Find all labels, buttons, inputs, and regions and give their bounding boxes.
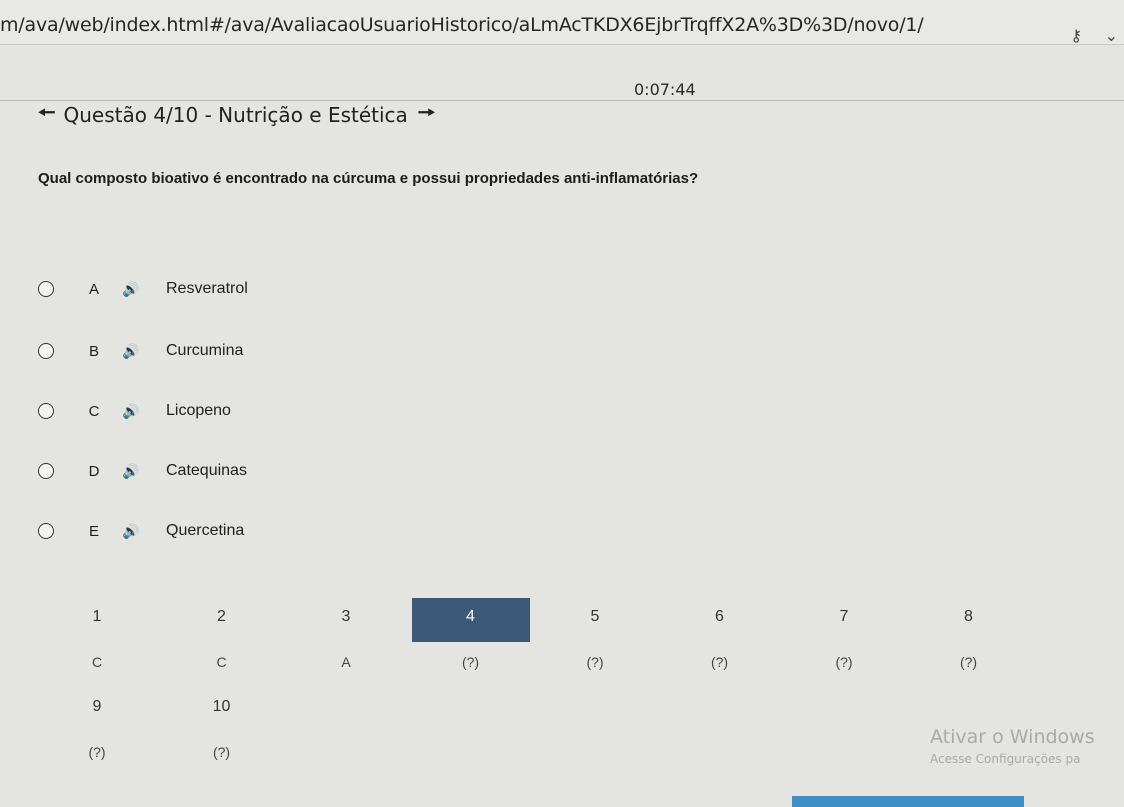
question-title: Questão 4/10 - Nutrição e Estética — [63, 103, 408, 127]
question-text: Qual composto bioativo é encontrado na c… — [38, 170, 699, 187]
option-letter: B — [88, 342, 99, 360]
nav-question-answer: (?) — [88, 744, 106, 760]
nav-question-6[interactable]: 6 (?) — [661, 596, 779, 670]
option-letter: E — [88, 522, 99, 540]
option-letter: D — [88, 462, 100, 480]
nav-question-number: 6 — [715, 608, 724, 625]
option-text: Resveratrol — [166, 280, 248, 297]
nav-question-9[interactable]: 9 (?) — [38, 686, 156, 760]
browser-icons: ⚷ ⌄ — [1052, 26, 1118, 46]
option-d[interactable]: D 🔊 Catequinas — [38, 458, 247, 484]
nav-question-answer: (?) — [959, 654, 978, 670]
nav-question-answer: (?) — [461, 654, 480, 670]
radio-button[interactable] — [38, 463, 54, 479]
speaker-icon[interactable]: 🔊 — [122, 523, 144, 540]
next-question-arrow-icon[interactable]: 🠖 — [418, 98, 436, 132]
nav-question-7[interactable]: 7 (?) — [785, 596, 903, 670]
option-text: Catequinas — [166, 462, 247, 479]
option-letter: C — [88, 402, 100, 420]
nav-question-answer: C — [216, 654, 227, 670]
nav-question-number: 10 — [212, 698, 231, 715]
speaker-icon[interactable]: 🔊 — [122, 343, 144, 360]
nav-question-8[interactable]: 8 (?) — [910, 596, 1028, 670]
nav-question-number: 4 — [466, 608, 475, 625]
key-icon[interactable]: ⚷ — [1070, 26, 1082, 46]
option-a[interactable]: A 🔊 Resveratrol — [38, 276, 248, 302]
nav-question-2[interactable]: 2C — [163, 596, 281, 670]
nav-question-number: 7 — [839, 608, 849, 625]
option-e[interactable]: E 🔊 Quercetina — [38, 518, 244, 544]
nav-question-number: 3 — [341, 608, 351, 625]
nav-question-1[interactable]: 1C — [38, 596, 156, 670]
radio-button[interactable] — [38, 523, 54, 539]
option-text: Curcumina — [166, 342, 244, 359]
nav-question-5[interactable]: 5 (?) — [536, 596, 654, 670]
previous-question-arrow-icon[interactable]: 🠔 — [38, 98, 56, 132]
nav-question-answer: C — [91, 654, 103, 670]
radio-button[interactable] — [38, 281, 54, 297]
nav-question-10[interactable]: 10 (?) — [163, 686, 281, 760]
nav-question-3[interactable]: 3A — [287, 596, 405, 670]
nav-question-answer: (?) — [586, 654, 604, 670]
nav-question-number: 2 — [217, 608, 226, 625]
option-b[interactable]: B 🔊 Curcumina — [38, 338, 243, 364]
nav-question-answer: A — [341, 654, 351, 670]
speaker-icon[interactable]: 🔊 — [122, 281, 144, 298]
speaker-icon[interactable]: 🔊 — [122, 403, 144, 420]
quiz-timer: 0:07:44 — [634, 80, 696, 99]
radio-button[interactable] — [38, 343, 54, 359]
nav-question-answer: (?) — [710, 654, 729, 670]
nav-question-number: 1 — [92, 608, 102, 625]
radio-button[interactable] — [38, 403, 54, 419]
option-c[interactable]: C 🔊 Licopeno — [38, 398, 231, 424]
address-bar[interactable]: m/ava/web/index.html#/ava/AvaliacaoUsuar… — [0, 0, 1124, 45]
nav-question-answer: (?) — [212, 744, 231, 760]
option-text: Quercetina — [166, 522, 245, 539]
watermark-title: Ativar o Windows — [930, 726, 1095, 748]
windows-activation-watermark: Ativar o Windows Acesse Configurações pa — [930, 726, 1095, 766]
question-header: 🠔 Questão 4/10 - Nutrição e Estética 🠖 — [38, 100, 435, 130]
speaker-icon[interactable]: 🔊 — [122, 463, 144, 480]
nav-question-4[interactable]: 4 (?) — [411, 596, 530, 670]
nav-question-answer: (?) — [835, 654, 853, 670]
nav-question-number: 8 — [964, 608, 973, 625]
bookmark-icon[interactable]: ⌄ — [1105, 26, 1118, 46]
nav-question-number: 9 — [92, 698, 102, 715]
option-letter: A — [88, 280, 99, 298]
nav-question-number: 5 — [590, 608, 600, 625]
taskbar-accent — [792, 796, 1024, 807]
option-text: Licopeno — [166, 402, 231, 419]
url-text[interactable]: m/ava/web/index.html#/ava/AvaliacaoUsuar… — [0, 14, 924, 36]
watermark-subtitle: Acesse Configurações pa — [930, 752, 1081, 766]
